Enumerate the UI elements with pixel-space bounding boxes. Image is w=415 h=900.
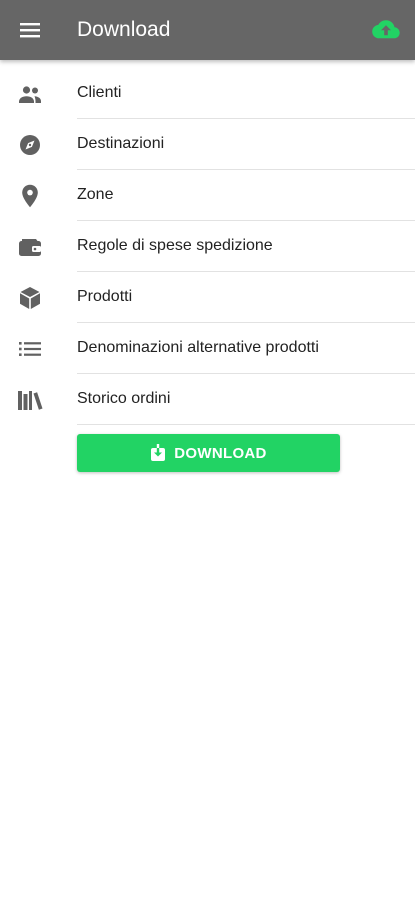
list-item-destinazioni[interactable]: Destinazioni: [0, 119, 415, 170]
app-bar: Download: [0, 0, 415, 60]
list-item-label: Storico ordini: [77, 374, 415, 425]
menu-button[interactable]: [12, 12, 48, 48]
list-item-storico-ordini[interactable]: Storico ordini: [0, 374, 415, 425]
box-icon: [20, 287, 40, 309]
download-icon: [151, 444, 166, 461]
compass-icon: [20, 135, 40, 155]
download-button[interactable]: DOWNLOAD: [77, 434, 340, 472]
list-item-prodotti[interactable]: Prodotti: [0, 272, 415, 323]
list-item-label: Denominazioni alternative prodotti: [77, 323, 415, 374]
people-icon: [19, 86, 41, 103]
list-item-label: Clienti: [77, 68, 415, 119]
download-category-list: Clienti Destinazioni Zone Regole di spes…: [0, 68, 415, 425]
list-item-label: Regole di spese spedizione: [77, 221, 415, 272]
list-icon: [19, 342, 41, 356]
library-icon: [18, 391, 43, 410]
download-button-label: DOWNLOAD: [174, 444, 267, 462]
hamburger-menu-icon: [20, 23, 40, 38]
list-item-label: Destinazioni: [77, 119, 415, 170]
list-item-label: Prodotti: [77, 272, 415, 323]
wallet-icon: [19, 239, 41, 256]
list-item-regole-spese[interactable]: Regole di spese spedizione: [0, 221, 415, 272]
cloud-upload-icon: [372, 20, 400, 39]
cloud-upload-button[interactable]: [369, 13, 403, 47]
location-pin-icon: [22, 184, 38, 208]
list-item-denominazioni[interactable]: Denominazioni alternative prodotti: [0, 323, 415, 374]
list-item-clienti[interactable]: Clienti: [0, 68, 415, 119]
list-item-label: Zone: [77, 170, 415, 221]
list-item-zone[interactable]: Zone: [0, 170, 415, 221]
page-title: Download: [77, 18, 171, 41]
